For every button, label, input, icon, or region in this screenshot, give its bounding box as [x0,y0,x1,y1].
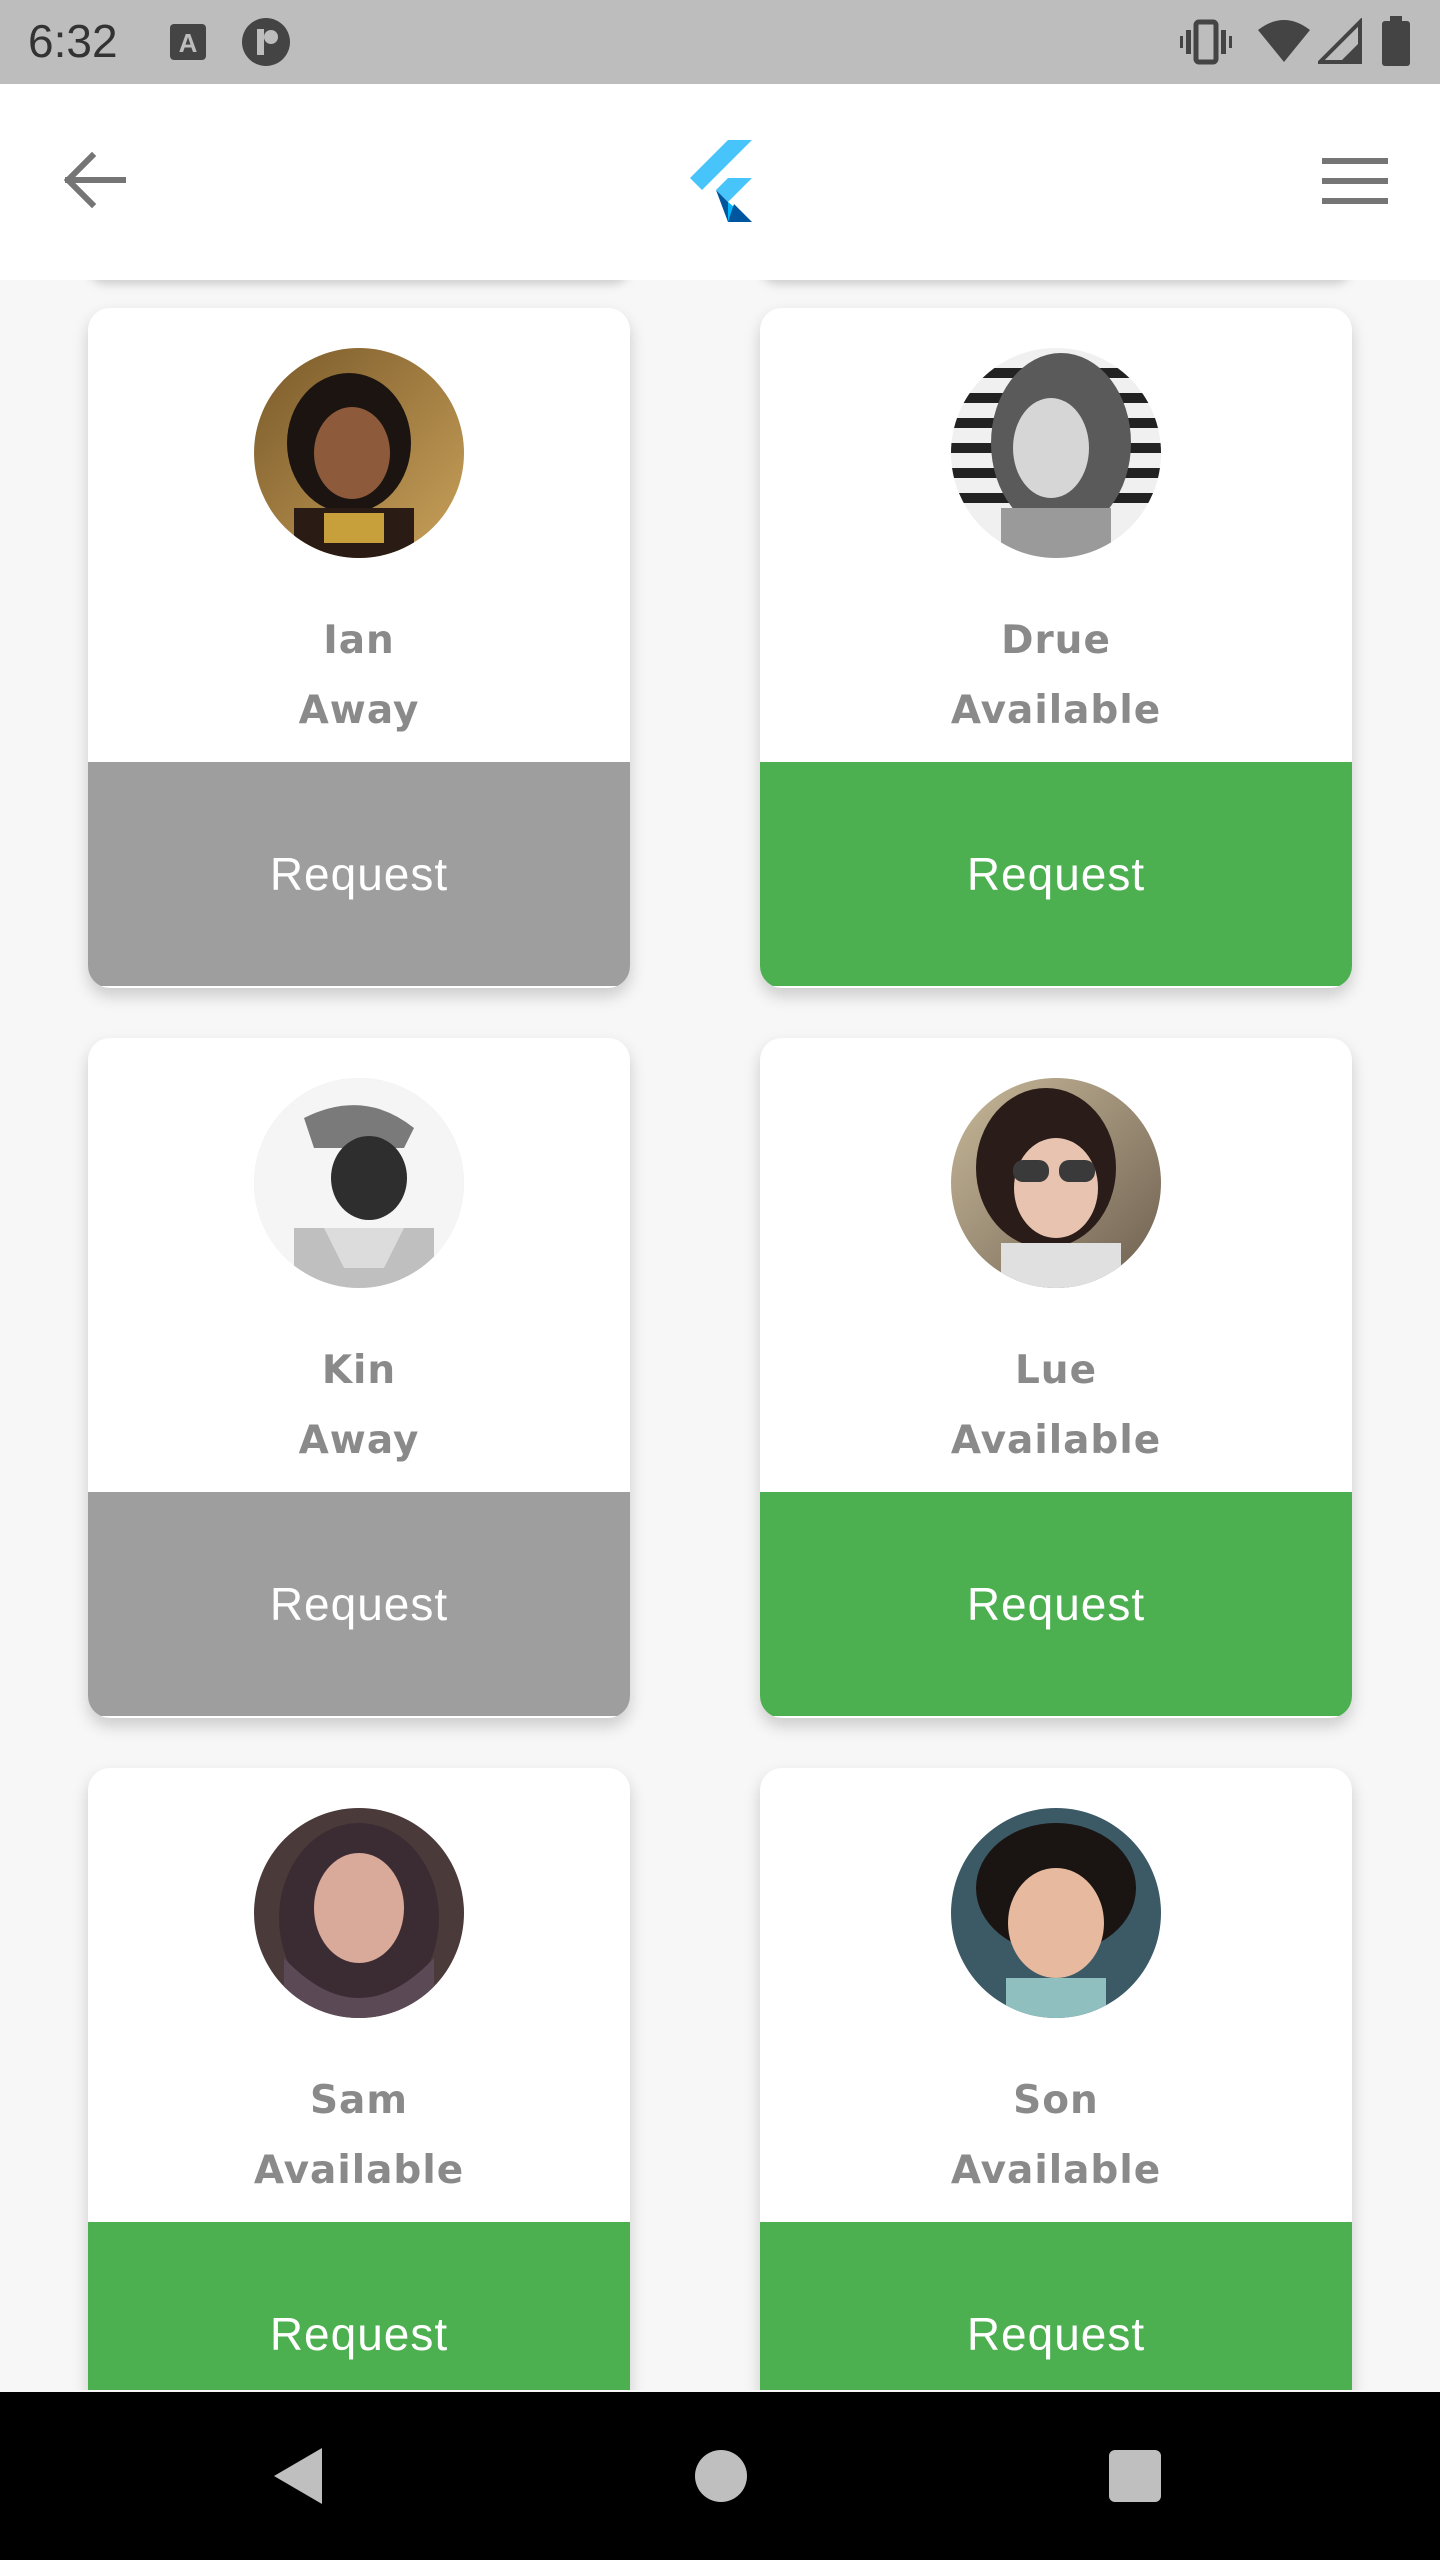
request-button[interactable]: Request [760,762,1352,986]
svg-text:A: A [179,28,198,58]
signal-icon [1315,17,1362,68]
contact-card[interactable]: Ian Away Request [88,308,630,988]
app-bar [0,84,1440,280]
contact-card[interactable]: Kin Away Request [88,1038,630,1718]
request-button[interactable]: Request [88,2222,630,2390]
status-bar: 6:32 A [0,0,1440,84]
contact-status: Available [253,2148,465,2193]
contact-card[interactable]: Sam Available Request [88,1768,630,2390]
battery-icon [1382,16,1410,70]
contact-status: Away [298,1418,420,1463]
keyboard-a-icon: A [168,22,208,66]
wifi-icon [1256,18,1312,68]
contact-card[interactable]: Drue Available Request [760,308,1352,988]
avatar [254,1808,464,2018]
avatar [254,348,464,558]
contact-status: Available [950,688,1162,733]
request-button[interactable]: Request [760,2222,1352,2390]
hamburger-menu-icon[interactable] [1322,158,1388,210]
avatar [951,1808,1161,2018]
request-button[interactable]: Request [88,1492,630,1716]
contacts-grid[interactable]: Ian Away Request Drue Available Request [0,280,1440,2390]
contact-name: Son [1013,2078,1099,2123]
contact-name: Ian [323,618,395,663]
contact-name: Kin [321,1348,397,1393]
request-button[interactable]: Request [88,762,630,986]
avatar [254,1078,464,1288]
app-notification-icon [240,16,292,72]
system-nav-bar [0,2392,1440,2560]
avatar [951,348,1161,558]
contact-name: Drue [1001,618,1111,663]
contact-name: Sam [309,2078,409,2123]
flutter-logo-icon [688,140,754,226]
contact-status: Available [950,2148,1162,2193]
contact-name: Lue [1014,1348,1098,1393]
contact-card[interactable]: Lue Available Request [760,1038,1352,1718]
nav-home-icon[interactable] [695,2450,747,2502]
contact-card[interactable]: Son Available Request [760,1768,1352,2390]
avatar [951,1078,1161,1288]
contact-status: Away [298,688,420,733]
back-arrow-icon[interactable] [62,150,127,214]
request-button[interactable]: Request [760,1492,1352,1716]
vibrate-icon [1180,18,1232,70]
nav-back-icon[interactable] [272,2446,324,2510]
status-time: 6:32 [28,15,118,67]
contact-status: Available [950,1418,1162,1463]
nav-recents-icon[interactable] [1109,2450,1161,2502]
